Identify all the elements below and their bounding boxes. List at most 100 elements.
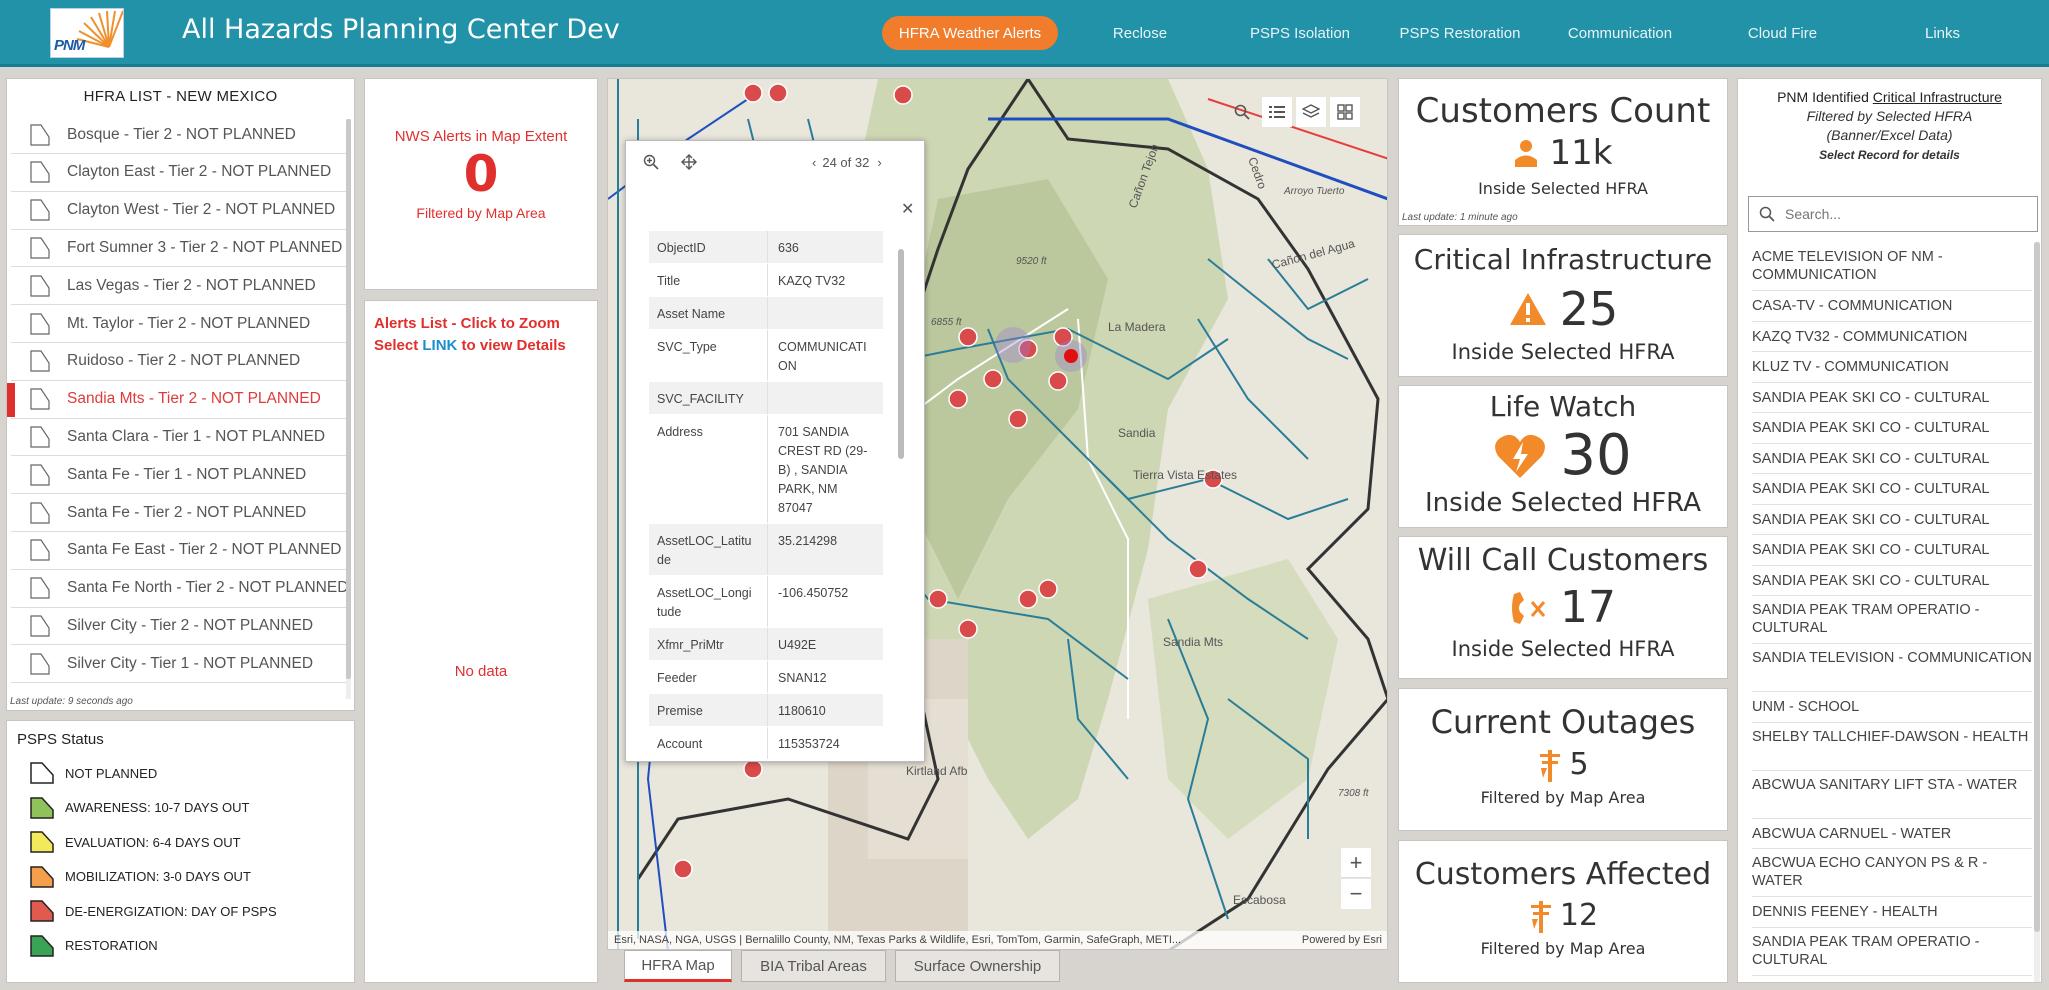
psps-legend-item: EVALUATION: 6-4 DAYS OUT [29,830,241,854]
hfra-item-label: Silver City - Tier 2 - NOT PLANNED [67,616,314,634]
zoom-out-button[interactable]: − [1341,879,1371,909]
heart-bolt-icon [1495,434,1546,478]
nav-cloud-fire[interactable]: Cloud Fire [1735,16,1830,50]
critical-list-item[interactable]: SANDIA PEAK SKI CO - CULTURAL [1752,535,2032,566]
map-legend-list-icon[interactable] [1262,97,1292,127]
hfra-list-item[interactable]: Santa Fe East - Tier 2 - NOT PLANNED [11,532,351,570]
nav-psps-restoration[interactable]: PSPS Restoration [1395,16,1525,50]
critical-list-item[interactable]: SANDIA PEAK SKI CO - CULTURAL [1752,383,2032,413]
map-basemap-gallery-icon[interactable] [1330,97,1360,127]
critical-list-item[interactable]: ABCWUA SANITARY LIFT STA - WATER [1752,771,2032,819]
critical-list-scroll-thumb[interactable] [2034,242,2040,932]
hfra-list-item[interactable]: Ruidoso - Tier 2 - NOT PLANNED [11,343,351,381]
hfra-list-item[interactable]: Silver City - Tier 2 - NOT PLANNED [11,607,351,646]
attribute-value: -106.450752 [767,576,883,627]
hfra-list-item[interactable]: Sandia Mts - Tier 2 - NOT PLANNED [7,381,351,419]
hfra-list-item[interactable]: Fort Sumner 3 - Tier 2 - NOT PLANNED [11,229,351,268]
critical-list-item[interactable]: SHELBY TALLCHIEF-DAWSON - HEALTH [1752,723,2032,771]
critical-list-item[interactable]: ACME TELEVISION OF NM - COMMUNICATION [1752,243,2032,291]
hfra-list-item[interactable]: Mt. Taylor - Tier 2 - NOT PLANNED [11,305,351,343]
attribute-key: Xfmr_PriMtr [657,638,724,652]
critical-list-item[interactable]: SANDIA PEAK TRAM OPERATIO - CULTURAL [1752,928,2032,976]
feature-popup: ‹ 24 of 32 › ✕ ObjectID 636 Title KAZQ TV32 As… [625,140,925,762]
legend-swatch-icon [30,796,54,819]
critical-list-item[interactable]: SANDIA PEAK SKI CO - CULTURAL [1752,566,2032,596]
nws-alerts-count: 0 [463,145,499,203]
tab-bia-tribal-areas[interactable]: BIA Tribal Areas [741,950,886,982]
nav-hfra-weather-alerts[interactable]: HFRA Weather Alerts [882,16,1058,50]
critical-list-item[interactable]: CASA-TV - COMMUNICATION [1752,291,2032,322]
app-header: PNM All Hazards Planning Center Dev HFRA… [0,0,2049,67]
critical-list-scrollbar[interactable] [2034,242,2040,982]
hfra-list-item[interactable]: Clayton East - Tier 2 - NOT PLANNED [11,154,351,192]
critical-list-item[interactable]: SANDIA TELEVISION - COMMUNICATION [1752,644,2032,692]
attribute-key: Feeder [657,671,697,685]
tab-hfra-map[interactable]: HFRA Map [624,950,732,982]
critical-list-item[interactable]: SANDIA PEAK SKI CO - CULTURAL [1752,505,2032,535]
polygon-icon [30,577,50,599]
critical-list-item[interactable]: SANDIA PEAK TRAM OPERATIO - CULTURAL [1752,596,2032,644]
psps-legend-item: MOBILIZATION: 3-0 DAYS OUT [29,865,251,889]
popup-pan-icon[interactable] [676,149,702,175]
zoom-in-button[interactable]: + [1341,848,1371,878]
map-attribution-bar: Esri, NASA, NGA, USGS | Bernalillo Count… [608,931,1387,949]
psps-legend-item: NOT PLANNED [29,761,157,785]
powered-by-esri[interactable]: Powered by Esri [1302,934,1382,946]
popup-attribute-row: Address 701 SANDIA CREST RD (29-B) , SAND… [649,415,883,524]
hfra-list-item[interactable]: Santa Fe - Tier 2 - NOT PLANNED [11,494,351,532]
popup-scroll-thumb[interactable] [898,249,904,459]
popup-next-icon[interactable]: › [877,155,881,170]
popup-attribute-row: SVC_FACILITY [649,382,883,415]
hfra-last-update: Last update: 9 seconds ago [10,696,133,707]
map-label-cedro: Cedro [1245,155,1269,191]
map-attribution: Esri, NASA, NGA, USGS | Bernalillo Count… [614,934,1182,946]
hfra-item-label: Santa Fe - Tier 1 - NOT PLANNED [67,465,307,483]
legend-swatch-icon [30,934,54,957]
map-label-la-madera: La Madera [1108,320,1166,334]
nav-links[interactable]: Links [1915,16,1970,50]
polygon-icon [30,501,50,524]
hfra-list-item[interactable]: Clayton West - Tier 2 - NOT PLANNED [11,192,351,230]
popup-scrollbar[interactable] [898,239,904,749]
critical-list-item[interactable]: SANDIA PEAK SKI CO - CULTURAL [1752,444,2032,474]
popup-close-icon[interactable]: ✕ [901,199,914,219]
pnm-logo: PNM [50,8,124,58]
hfra-list-item[interactable]: Santa Clara - Tier 1 - NOT PLANNED [11,418,351,457]
hfra-item-label: Clayton East - Tier 2 - NOT PLANNED [67,163,332,181]
hfra-list-item[interactable]: Santa Fe - Tier 1 - NOT PLANNED [11,456,351,495]
map-label-tierra-vista: Tierra Vista Estates [1133,468,1237,482]
critical-list-item[interactable]: DENNIS FEENEY - HEALTH [1752,897,2032,928]
nav-communication[interactable]: Communication [1560,16,1680,50]
popup-attribute-row: Account 115353724 [649,727,883,760]
hfra-list-item[interactable]: Silver City - Tier 1 - NOT PLANNED [11,645,351,684]
polygon-icon [30,653,50,675]
critical-list-item[interactable]: ABCWUA ECHO CANYON PS & R - WATER [1752,849,2032,897]
nav-psps-isolation[interactable]: PSPS Isolation [1240,16,1360,50]
critical-list-item[interactable]: KLUZ TV - COMMUNICATION [1752,352,2032,383]
popup-previous-icon[interactable]: ‹ [812,155,816,170]
map-layers-icon[interactable] [1296,97,1326,127]
map-label-canon-del-agua: Cañon del Agua [1270,236,1356,272]
critical-list-item[interactable]: ABCWUA CARNUEL - WATER [1752,819,2032,849]
hfra-scrollbar[interactable] [346,119,351,699]
critical-list-item[interactable]: UNM - SCHOOL [1752,692,2032,723]
popup-zoom-to-icon[interactable] [638,149,664,175]
map-search-icon[interactable] [1227,97,1257,127]
popup-attribute-row: Title KAZQ TV32 [649,264,883,297]
hfra-scroll-thumb[interactable] [346,119,351,679]
life-watch-title: Life Watch [1489,390,1637,423]
utility-pole-icon [1530,900,1551,933]
customers-count-value-row: 11k [1399,133,1727,173]
polygon-icon [30,199,50,221]
hfra-list-item[interactable]: Las Vegas - Tier 2 - NOT PLANNED [11,267,351,306]
hfra-list-item[interactable]: Bosque - Tier 2 - NOT PLANNED [11,116,351,154]
critical-infra-value-row: 25 [1399,282,1727,336]
critical-list-item[interactable]: SANDIA PEAK SKI CO - CULTURAL [1752,413,2032,444]
tab-surface-ownership[interactable]: Surface Ownership [895,950,1060,982]
critical-list-item[interactable]: SANDIA PEAK SKI CO - CULTURAL [1752,474,2032,505]
nav-reclose[interactable]: Reclose [1100,16,1180,50]
critical-list-item[interactable]: KAZQ TV32 - COMMUNICATION [1752,322,2032,352]
critical-search-input[interactable] [1785,206,2025,222]
critical-search-box[interactable] [1748,196,2038,232]
hfra-list-item[interactable]: Santa Fe North - Tier 2 - NOT PLANNED [11,570,351,608]
